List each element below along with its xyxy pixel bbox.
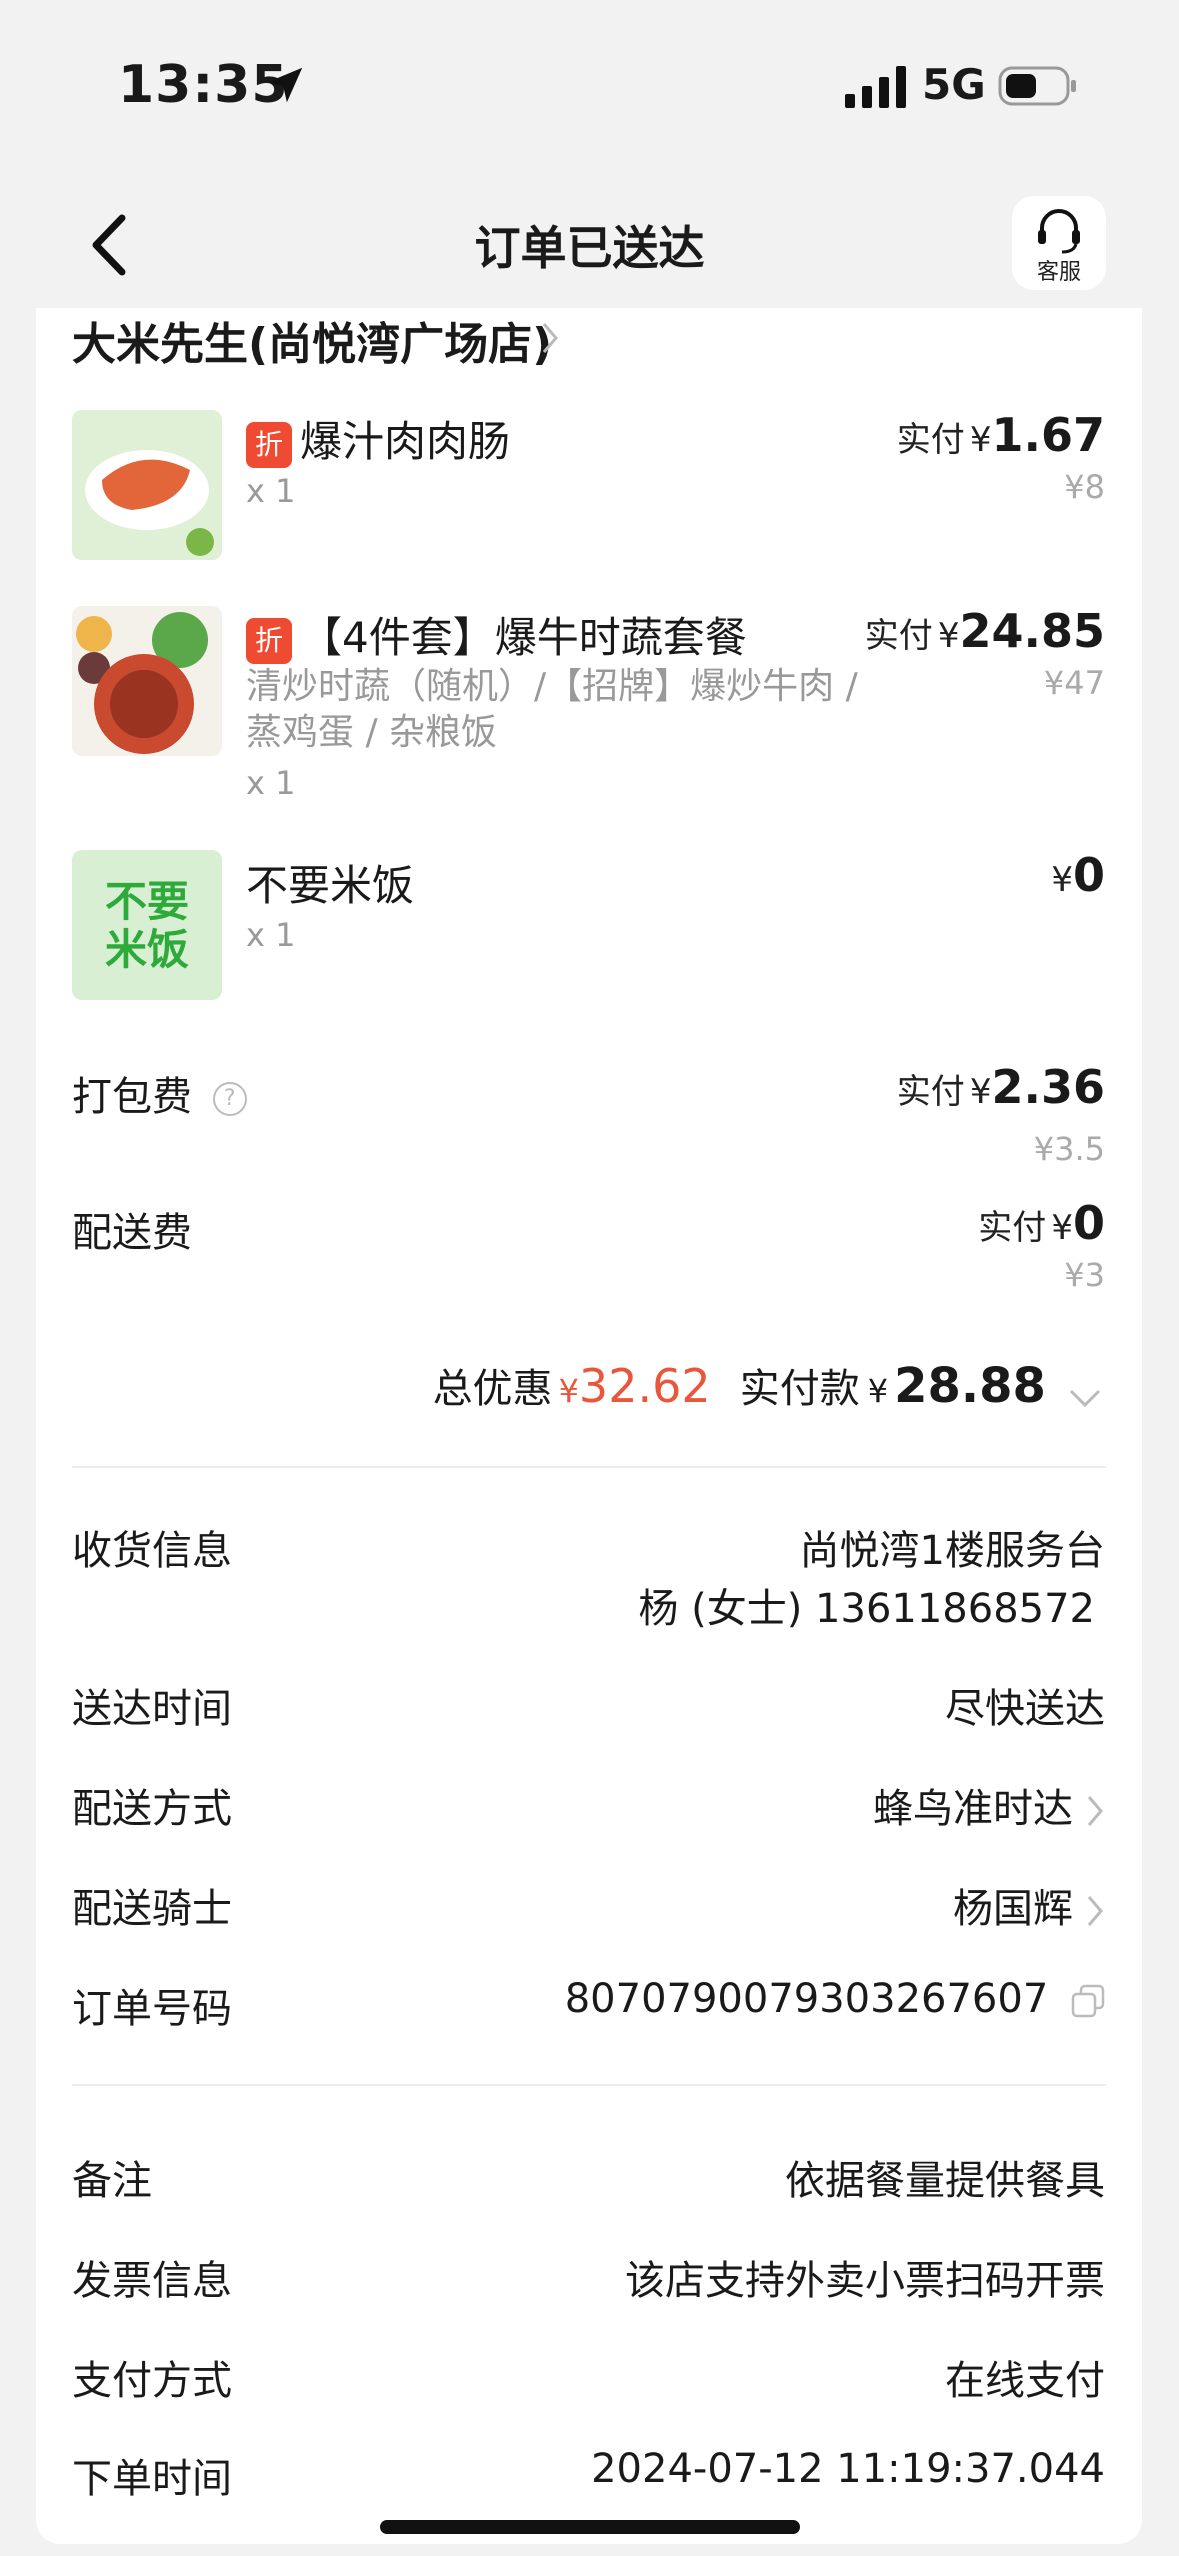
discount-badge: 折 bbox=[246, 617, 292, 664]
order-number-row[interactable]: 8070790079303267607 bbox=[565, 1976, 1105, 2022]
item-spec-line: 清炒时蔬（随机）/【招牌】爆炒牛肉 / bbox=[246, 666, 858, 707]
payment-value: 在线支付 bbox=[945, 2358, 1105, 2404]
delivery-time-label: 送达时间 bbox=[72, 1686, 232, 1732]
list-item-name[interactable]: 不要米饭 bbox=[246, 852, 414, 913]
item-paid: 实付 ¥24.85 bbox=[864, 604, 1105, 658]
invoice-value: 该店支持外卖小票扫码开票 bbox=[625, 2258, 1105, 2304]
delivery-method-row[interactable]: 蜂鸟准时达 bbox=[873, 1776, 1105, 1834]
packing-fee-label: 打包费 ? bbox=[72, 1064, 247, 1122]
network-label: 5G bbox=[922, 60, 986, 109]
invoice-label: 发票信息 bbox=[72, 2258, 232, 2304]
item-paid: 实付 ¥1.67 bbox=[896, 408, 1105, 462]
signal-icon bbox=[845, 66, 906, 108]
no-rice-thumb-text: 不要 米饭 bbox=[104, 877, 189, 974]
delivery-method-value: 蜂鸟准时达 bbox=[873, 1786, 1073, 1832]
item-thumbnail[interactable] bbox=[72, 606, 222, 756]
divider bbox=[72, 2084, 1106, 2086]
receiver-label: 收货信息 bbox=[72, 1528, 232, 1574]
copy-icon[interactable] bbox=[1071, 1984, 1105, 2018]
combo-meal-image bbox=[72, 606, 222, 756]
home-indicator[interactable] bbox=[380, 2520, 800, 2534]
item-qty: x 1 bbox=[246, 764, 296, 802]
item-thumbnail[interactable] bbox=[72, 410, 222, 560]
delivery-fee-paid: 实付 ¥0 bbox=[978, 1196, 1105, 1250]
payment-label: 支付方式 bbox=[72, 2358, 232, 2404]
customer-service-button[interactable]: 客服 bbox=[1012, 196, 1106, 290]
divider bbox=[72, 1466, 1106, 1468]
delivery-fee-label: 配送费 bbox=[72, 1210, 192, 1256]
packing-fee-original: ¥3.5 bbox=[1033, 1130, 1105, 1168]
note-label: 备注 bbox=[72, 2158, 152, 2204]
order-number-value: 8070790079303267607 bbox=[564, 1976, 1049, 2022]
rider-row[interactable]: 杨国辉 bbox=[953, 1876, 1105, 1934]
discount-badge: 折 bbox=[246, 421, 292, 468]
chevron-right-icon bbox=[1087, 1796, 1103, 1826]
page-title: 订单已送达 bbox=[474, 221, 705, 275]
location-arrow-icon bbox=[267, 67, 303, 103]
order-time-value: 2024-07-12 11:19:37.044 bbox=[591, 2446, 1105, 2492]
item-thumbnail[interactable]: 不要 米饭 bbox=[72, 850, 222, 1000]
packing-fee-paid: 实付 ¥2.36 bbox=[896, 1060, 1105, 1114]
item-spec-line: 蒸鸡蛋 / 杂粮饭 bbox=[246, 712, 498, 753]
list-item-name[interactable]: 折【4件套】爆牛时蔬套餐 bbox=[246, 604, 747, 665]
order-number-label: 订单号码 bbox=[72, 1986, 232, 2032]
rider-label: 配送骑士 bbox=[72, 1886, 232, 1932]
rider-value: 杨国辉 bbox=[953, 1886, 1073, 1932]
order-summary[interactable]: 总优惠 ¥32.62 实付款 ¥28.88 bbox=[433, 1356, 1105, 1414]
sausage-image bbox=[72, 410, 222, 560]
receiver-contact: 杨 (女士) 13611868572 bbox=[638, 1586, 1095, 1632]
item-qty: x 1 bbox=[246, 472, 296, 510]
delivery-method-label: 配送方式 bbox=[72, 1786, 232, 1832]
item-qty: x 1 bbox=[246, 916, 296, 954]
headset-icon bbox=[1038, 209, 1080, 254]
note-value: 依据餐量提供餐具 bbox=[785, 2158, 1105, 2204]
chevron-right-icon[interactable] bbox=[538, 318, 562, 358]
info-icon[interactable]: ? bbox=[212, 1082, 247, 1116]
shop-name[interactable]: 大米先生(尚悦湾广场店) bbox=[72, 308, 552, 372]
receiver-address: 尚悦湾1楼服务台 bbox=[799, 1528, 1105, 1574]
order-time-label: 下单时间 bbox=[72, 2456, 232, 2502]
list-item-name[interactable]: 折爆汁肉肉肠 bbox=[246, 408, 510, 469]
chevron-down-icon[interactable] bbox=[1065, 1383, 1105, 1413]
item-paid: ¥0 bbox=[1051, 848, 1105, 902]
battery-icon bbox=[998, 66, 1076, 106]
delivery-time-value: 尽快送达 bbox=[945, 1686, 1105, 1732]
delivery-fee-original: ¥3 bbox=[1064, 1256, 1105, 1294]
item-original-price: ¥8 bbox=[1064, 468, 1105, 506]
customer-service-label: 客服 bbox=[1036, 260, 1081, 285]
chevron-right-icon bbox=[1087, 1896, 1103, 1926]
item-original-price: ¥47 bbox=[1043, 664, 1105, 702]
